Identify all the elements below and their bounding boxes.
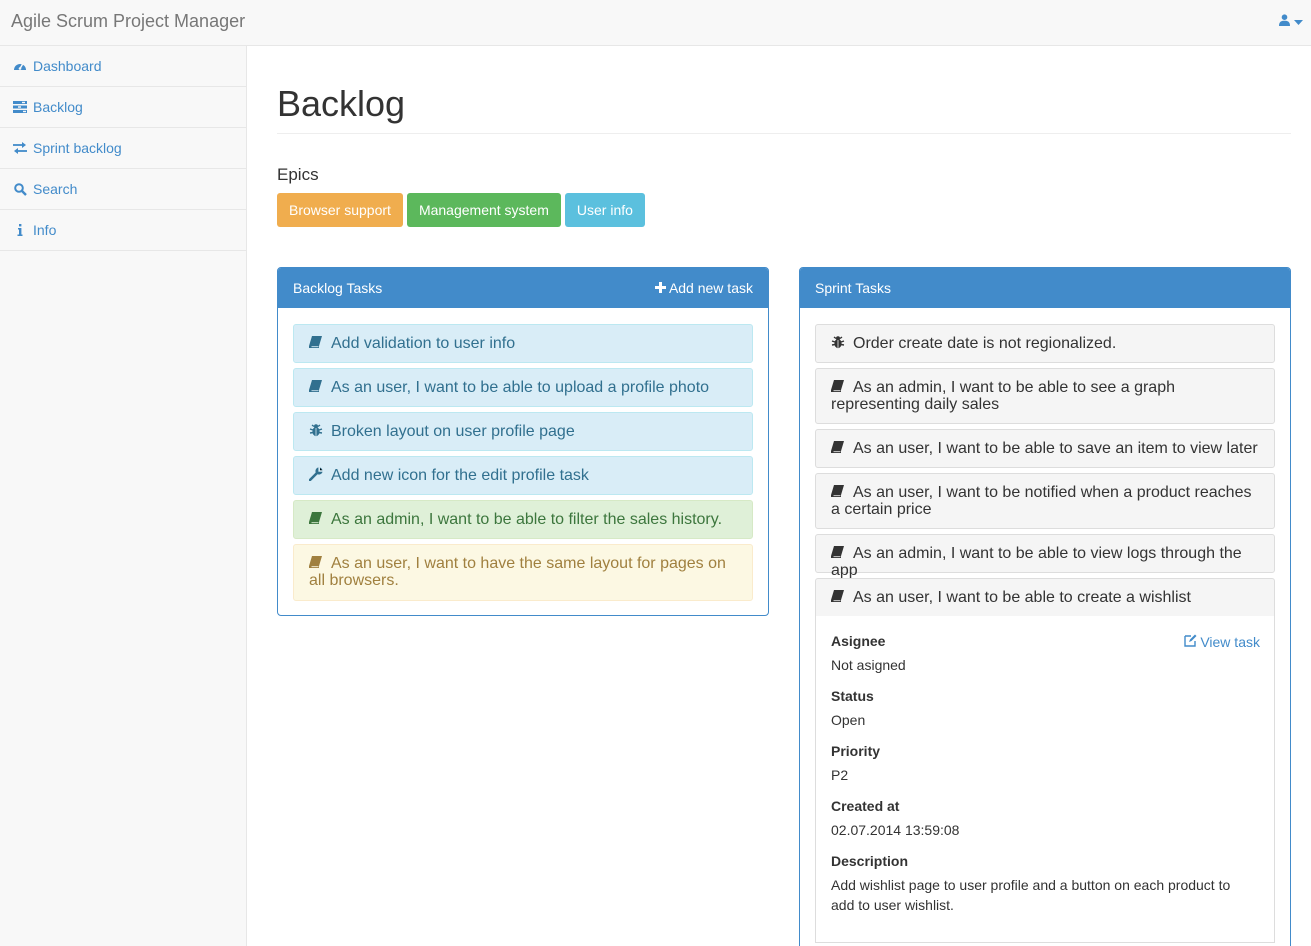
- sprint-task-item[interactable]: As an user, I want to be able to save an…: [815, 429, 1275, 468]
- task-text: Broken layout on user profile page: [331, 423, 575, 440]
- created-at-value: 02.07.2014 13:59:08: [831, 822, 960, 838]
- book-icon: [831, 546, 847, 560]
- backlog-task-item[interactable]: Add validation to user info: [293, 324, 753, 363]
- backlog-task-item[interactable]: Add new icon for the edit profile task: [293, 456, 753, 495]
- backlog-task-item[interactable]: As an user, I want to have the same layo…: [293, 544, 753, 601]
- task-text: As an user, I want to have the same layo…: [309, 555, 726, 589]
- add-new-task-button[interactable]: Add new task: [654, 280, 753, 296]
- priority-label: Priority: [831, 743, 881, 759]
- task-detail-panel: View task Asignee Not asigned Status Ope…: [815, 616, 1275, 943]
- bug-icon: [831, 335, 847, 349]
- sprint-task-item[interactable]: As an admin, I want to be able to view l…: [815, 534, 1275, 579]
- backlog-task-item[interactable]: As an admin, I want to be able to filter…: [293, 500, 753, 539]
- app-title[interactable]: Agile Scrum Project Manager: [11, 10, 245, 32]
- status-label: Status: [831, 688, 874, 704]
- top-navbar: Agile Scrum Project Manager: [0, 0, 1311, 46]
- sidebar-item-search[interactable]: Search: [0, 169, 246, 210]
- sprint-task-item-expanded[interactable]: As an user, I want to be able to create …: [815, 578, 1275, 617]
- user-menu-button[interactable]: [1279, 13, 1303, 31]
- assignee-label: Asignee: [831, 633, 886, 649]
- book-icon: [309, 380, 325, 394]
- description-label: Description: [831, 853, 909, 869]
- book-icon: [309, 556, 325, 570]
- task-text: As an admin, I want to be able to filter…: [331, 511, 723, 528]
- sprint-task-item[interactable]: As an admin, I want to be able to see a …: [815, 368, 1275, 424]
- sidebar-item-dashboard[interactable]: Dashboard: [0, 46, 246, 87]
- description-value: Add wishlist page to user profile and a …: [831, 877, 1231, 913]
- book-icon: [831, 441, 847, 455]
- epic-user-info-button[interactable]: User info: [564, 193, 645, 227]
- sidebar-item-label: Info: [33, 222, 57, 238]
- sprint-panel-heading: Sprint Tasks: [800, 268, 1290, 308]
- sidebar-item-label: Backlog: [33, 99, 83, 115]
- task-text: As an user, I want to be notified when a…: [831, 484, 1252, 518]
- task-text: As an user, I want to be able to upload …: [331, 379, 710, 396]
- title-divider: [277, 133, 1291, 134]
- assignee-value: Not asigned: [831, 657, 906, 673]
- tasks-icon: [13, 100, 27, 114]
- sprint-task-item[interactable]: Order create date is not regionalized.: [815, 324, 1275, 363]
- epics-label: Epics: [277, 165, 319, 184]
- sidebar-item-backlog[interactable]: Backlog: [0, 87, 246, 128]
- backlog-panel-title: Backlog Tasks: [293, 280, 383, 296]
- plus-icon: [654, 280, 666, 296]
- user-icon: [1279, 13, 1290, 31]
- book-icon: [831, 590, 847, 604]
- book-icon: [309, 512, 325, 526]
- backlog-panel-heading: Backlog Tasks Add new task: [278, 268, 768, 308]
- add-new-task-label: Add new task: [668, 280, 753, 296]
- bug-icon: [309, 423, 325, 437]
- backlog-tasks-panel: Backlog Tasks Add new task Add validatio…: [277, 267, 769, 616]
- info-icon: [13, 223, 27, 237]
- search-icon: [13, 182, 27, 196]
- wrench-icon: [308, 467, 325, 482]
- task-text: As an user, I want to be able to create …: [853, 589, 1191, 606]
- task-text: Add validation to user info: [331, 335, 516, 352]
- page-title: Backlog: [277, 83, 406, 124]
- sidebar-item-label: Dashboard: [33, 58, 102, 74]
- backlog-task-item[interactable]: As an user, I want to be able to upload …: [293, 368, 753, 407]
- book-icon: [309, 336, 325, 350]
- dashboard-icon: [13, 59, 27, 73]
- priority-value: P2: [831, 767, 849, 783]
- book-icon: [831, 485, 847, 499]
- created-at-label: Created at: [831, 798, 900, 814]
- book-icon: [831, 380, 847, 394]
- caret-down-icon: [1294, 13, 1303, 31]
- status-value: Open: [831, 712, 866, 728]
- view-task-link[interactable]: View task: [1184, 634, 1260, 650]
- sprint-panel-title: Sprint Tasks: [815, 280, 891, 296]
- sidebar-item-info[interactable]: Info: [0, 210, 246, 251]
- task-text: Order create date is not regionalized.: [853, 335, 1117, 352]
- task-text: Add new icon for the edit profile task: [331, 467, 589, 484]
- task-text: As an user, I want to be able to save an…: [853, 440, 1258, 457]
- epic-browser-support-button[interactable]: Browser support: [277, 193, 403, 227]
- sidebar-item-sprint-backlog[interactable]: Sprint backlog: [0, 128, 246, 169]
- sidebar-item-label: Search: [33, 181, 78, 197]
- sprint-tasks-panel: Sprint Tasks Order create date is not re…: [799, 267, 1291, 946]
- sidebar-item-label: Sprint backlog: [33, 140, 122, 156]
- edit-icon: [1184, 634, 1197, 650]
- view-task-label: View task: [1200, 634, 1260, 650]
- sidebar: Dashboard Backlog Sprint backlog Search …: [0, 46, 247, 946]
- epic-management-system-button[interactable]: Management system: [406, 193, 561, 227]
- task-text: As an admin, I want to be able to view l…: [831, 545, 1242, 579]
- backlog-task-item[interactable]: Broken layout on user profile page: [293, 412, 753, 451]
- transfer-icon: [13, 141, 27, 155]
- task-text: As an admin, I want to be able to see a …: [831, 379, 1175, 413]
- epics-list: Browser support Management system User i…: [277, 193, 645, 227]
- sprint-task-item[interactable]: As an user, I want to be notified when a…: [815, 473, 1275, 529]
